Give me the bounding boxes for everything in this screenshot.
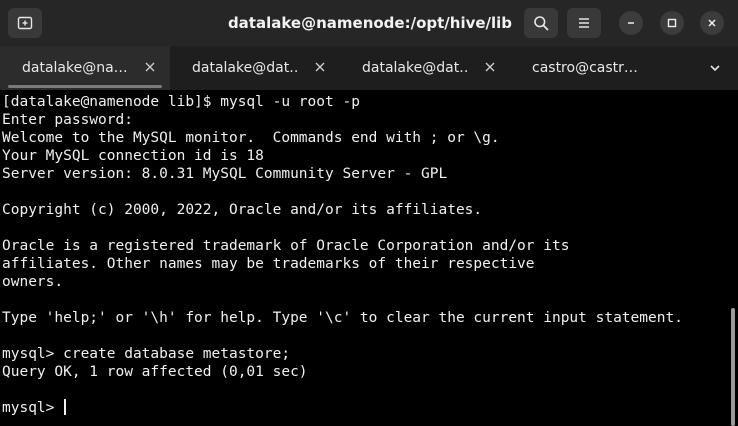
window-title: datalake@namenode:/opt/hive/lib	[227, 14, 513, 32]
new-tab-button[interactable]	[8, 8, 42, 38]
terminal-output[interactable]: [datalake@namenode lib]$ mysql -u root -…	[0, 90, 728, 426]
terminal-line: Your MySQL connection id is 18	[2, 148, 264, 164]
tab-close-icon[interactable]	[144, 61, 156, 73]
terminal-line: Enter password:	[2, 112, 133, 128]
tab-label: datalake@na…	[22, 60, 128, 76]
close-icon	[708, 19, 716, 27]
main-menu-button[interactable]	[567, 8, 601, 38]
terminal-line: Query OK, 1 row affected (0,01 sec)	[2, 364, 308, 380]
text-cursor	[64, 399, 67, 415]
terminal-line: Server version: 8.0.31 MySQL Community S…	[2, 166, 448, 182]
vertical-scrollbar[interactable]	[728, 90, 738, 426]
maximize-icon	[667, 18, 677, 28]
tab-label: castro@castr…	[532, 60, 638, 76]
minimize-button[interactable]	[619, 11, 643, 35]
tab-3[interactable]: datalake@dat…	[340, 46, 510, 90]
tab-close-icon[interactable]	[314, 61, 326, 73]
maximize-button[interactable]	[660, 11, 684, 35]
title-bar: datalake@namenode:/opt/hive/lib	[0, 0, 738, 46]
terminal-line: Copyright (c) 2000, 2022, Oracle and/or …	[2, 202, 483, 218]
tab-2[interactable]: datalake@dat…	[170, 46, 340, 90]
terminal-line: affiliates. Other names may be trademark…	[2, 256, 535, 272]
terminal-line: [datalake@namenode lib]$ mysql -u root -…	[2, 94, 360, 110]
tab-4[interactable]: castro@castr…	[510, 46, 680, 90]
scrollbar-thumb[interactable]	[731, 308, 735, 426]
tab-bar: datalake@na… datalake@dat… datalake@dat……	[0, 46, 738, 90]
tab-1[interactable]: datalake@na…	[0, 46, 170, 90]
prompt-line[interactable]: mysql>	[2, 399, 728, 417]
new-tab-icon	[17, 16, 33, 30]
terminal-line: owners.	[2, 274, 64, 290]
hamburger-menu-icon	[579, 18, 589, 28]
tabs-overview-button[interactable]	[700, 46, 730, 90]
tab-label: datalake@dat…	[362, 60, 470, 76]
terminal-line: mysql> create database metastore;	[2, 346, 291, 362]
terminal-window: datalake@namenode:/opt/hive/lib datalake…	[0, 0, 738, 426]
tab-close-icon[interactable]	[484, 61, 496, 73]
tab-label: datalake@dat…	[192, 60, 300, 76]
minimize-icon	[628, 22, 634, 24]
active-tab-indicator	[8, 85, 162, 88]
chevron-down-icon	[710, 65, 720, 72]
mysql-prompt: mysql>	[2, 400, 64, 416]
search-button[interactable]	[524, 8, 558, 38]
close-window-button[interactable]	[700, 11, 724, 35]
terminal-line: Welcome to the MySQL monitor. Commands e…	[2, 130, 500, 146]
terminal-line: Oracle is a registered trademark of Orac…	[2, 238, 570, 254]
terminal-line: Type 'help;' or '\h' for help. Type '\c'…	[2, 310, 683, 326]
search-icon	[534, 16, 549, 31]
